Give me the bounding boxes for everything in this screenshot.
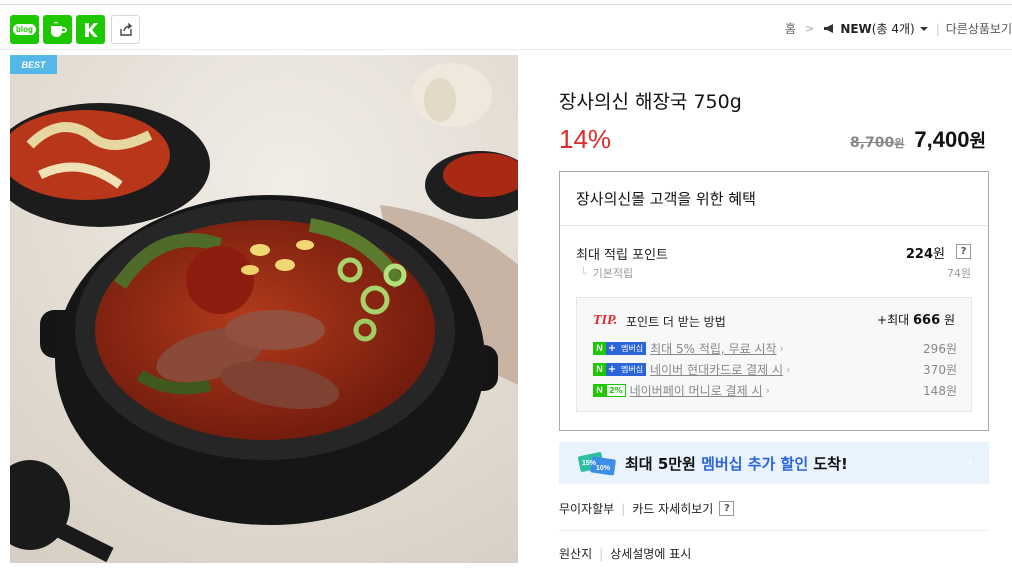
coupon-label-1: 15% [582, 460, 597, 467]
row-divider [559, 530, 989, 531]
chevron-right-icon: › [779, 341, 784, 355]
chevron-right-icon: › [967, 454, 973, 470]
tip-row-value: 148원 [923, 383, 957, 398]
product-image[interactable]: BEST [10, 55, 518, 563]
banner-suffix: 도착! [808, 454, 848, 473]
breadcrumb-count: (총 4개) [871, 22, 915, 36]
max-point-number: 224 [905, 247, 934, 262]
megaphone-icon [824, 24, 834, 33]
tip-row-link[interactable]: 최대 5% 적립, 무료 시작 [650, 340, 776, 357]
plus-icon: + [606, 362, 618, 376]
haejangguk-photo [10, 55, 518, 563]
breadcrumb-home[interactable]: 홈 [785, 20, 796, 37]
tip-row-naverpay-money[interactable]: N 2% 네이버페이 머니로 결제 시 › 148원 [593, 381, 957, 399]
tip-row-link[interactable]: 네이버페이 머니로 결제 시 [630, 382, 763, 399]
k-share-button[interactable] [76, 15, 105, 44]
tip-text: 포인트 더 받는 방법 [626, 315, 726, 329]
sale-price: 7,400 [914, 127, 970, 152]
tip-row-link[interactable]: 네이버 현대카드로 결제 시 [650, 361, 783, 378]
top-divider [0, 4, 1012, 5]
original-price-unit: 원 [894, 137, 905, 150]
origin-row: 원산지 | 상세설명에 표시 [559, 545, 691, 562]
breadcrumb: 홈 > NEW (총 4개) | 다른상품보기 [785, 20, 1012, 37]
point-help-button[interactable]: ? [956, 244, 971, 259]
banner-highlight: 멤버십 추가 할인 [701, 454, 809, 473]
indent-mark: └ [580, 267, 587, 280]
naver-plus-membership-badge: N + 멤버십 [593, 341, 647, 355]
membership-discount-banner[interactable]: 15% 10% 최대 5만원 멤버십 추가 할인 도착! › [559, 442, 989, 484]
naver-plus-membership-badge: N + 멤버십 [593, 362, 647, 376]
base-point-text: 기본적립 [592, 267, 634, 280]
plus-icon: + [606, 341, 618, 355]
chevron-right-icon: › [785, 362, 791, 376]
max-point-value: 224원 [906, 243, 945, 262]
tip-max-unit: 원 [943, 313, 955, 327]
cafe-share-button[interactable] [43, 15, 72, 44]
k-icon [84, 22, 98, 37]
base-point-label: └ 기본적립 [580, 265, 633, 281]
origin-label: 원산지 [559, 547, 593, 561]
tip-label: TIP. [593, 313, 618, 328]
naverpay-percent-badge: N 2% [593, 383, 626, 397]
banner-prefix: 최대 5만원 [625, 454, 702, 473]
coupon-label-2: 10% [596, 465, 611, 472]
percent-tag: 2% [606, 383, 626, 397]
base-point-value: 74원 [946, 267, 971, 280]
benefit-title: 장사의신몰 고객을 위한 혜택 [576, 190, 756, 208]
max-point-unit: 원 [933, 247, 945, 262]
original-price: 8,700원 [850, 135, 904, 151]
best-badge: BEST [10, 55, 57, 74]
benefit-divider [560, 225, 988, 226]
naver-n-icon: N [593, 383, 606, 397]
share-button[interactable] [111, 15, 140, 44]
divider-bar: | [621, 501, 626, 516]
sale-price-unit: 원 [969, 131, 986, 152]
cafe-icon [50, 21, 67, 37]
tip-max-prefix: +최대 [877, 313, 910, 327]
chevron-right-icon: › [765, 383, 770, 397]
tip-row-value: 296원 [923, 341, 957, 356]
installment-label: 무이자할부 [559, 502, 615, 516]
blog-icon: blog [13, 24, 36, 35]
chevron-down-icon[interactable] [918, 24, 930, 34]
naver-n-icon: N [593, 341, 606, 355]
breadcrumb-bar: | [935, 21, 940, 36]
tip-max-value: 666 [912, 313, 941, 328]
divider-bar: | [599, 546, 604, 561]
membership-tag: 멤버십 [618, 362, 647, 376]
coupon-icon: 15% 10% [577, 450, 619, 476]
product-title: 장사의신 해장국 750g [559, 91, 742, 113]
naver-n-icon: N [593, 362, 606, 376]
original-price-value: 8,700 [849, 135, 895, 151]
breadcrumb-current-category[interactable]: NEW [840, 22, 871, 36]
tip-row-hyundai-card[interactable]: N + 멤버십 네이버 현대카드로 결제 시 › 370원 [593, 360, 957, 378]
price-block: 8,700원 7,400 원 [850, 127, 986, 153]
other-products-link[interactable]: 다른상품보기 [946, 20, 1012, 37]
tip-row-membership[interactable]: N + 멤버십 최대 5% 적립, 무료 시작 › 296원 [593, 339, 957, 357]
membership-tag: 멤버십 [618, 341, 647, 355]
card-help-button[interactable]: ? [719, 501, 735, 516]
origin-value: 상세설명에 표시 [610, 547, 692, 561]
share-bar: blog 홈 > NEW (총 4개) | 다른상품보기 [0, 0, 1012, 50]
installment-row: 무이자할부 | 카드 자세히보기 ? [559, 500, 735, 517]
tip-row-value: 370원 [923, 362, 957, 377]
blog-share-button[interactable]: blog [10, 15, 39, 44]
max-point-label: 최대 적립 포인트 [576, 248, 668, 263]
tip-box: TIP. 포인트 더 받는 방법 +최대 666 원 N + 멤버십 최대 5% 적… [576, 297, 972, 412]
banner-text: 최대 5만원 멤버십 추가 할인 도착! [625, 453, 848, 474]
discount-rate: 14% [559, 124, 612, 154]
breadcrumb-separator: > [805, 22, 815, 35]
tip-max: +최대 666 원 [877, 311, 955, 328]
benefit-box: 장사의신몰 고객을 위한 혜택 최대 적립 포인트 224원 ? └ 기본적립 7… [559, 171, 989, 431]
card-details-link[interactable]: 카드 자세히보기 [632, 500, 713, 517]
share-icon [119, 22, 132, 36]
